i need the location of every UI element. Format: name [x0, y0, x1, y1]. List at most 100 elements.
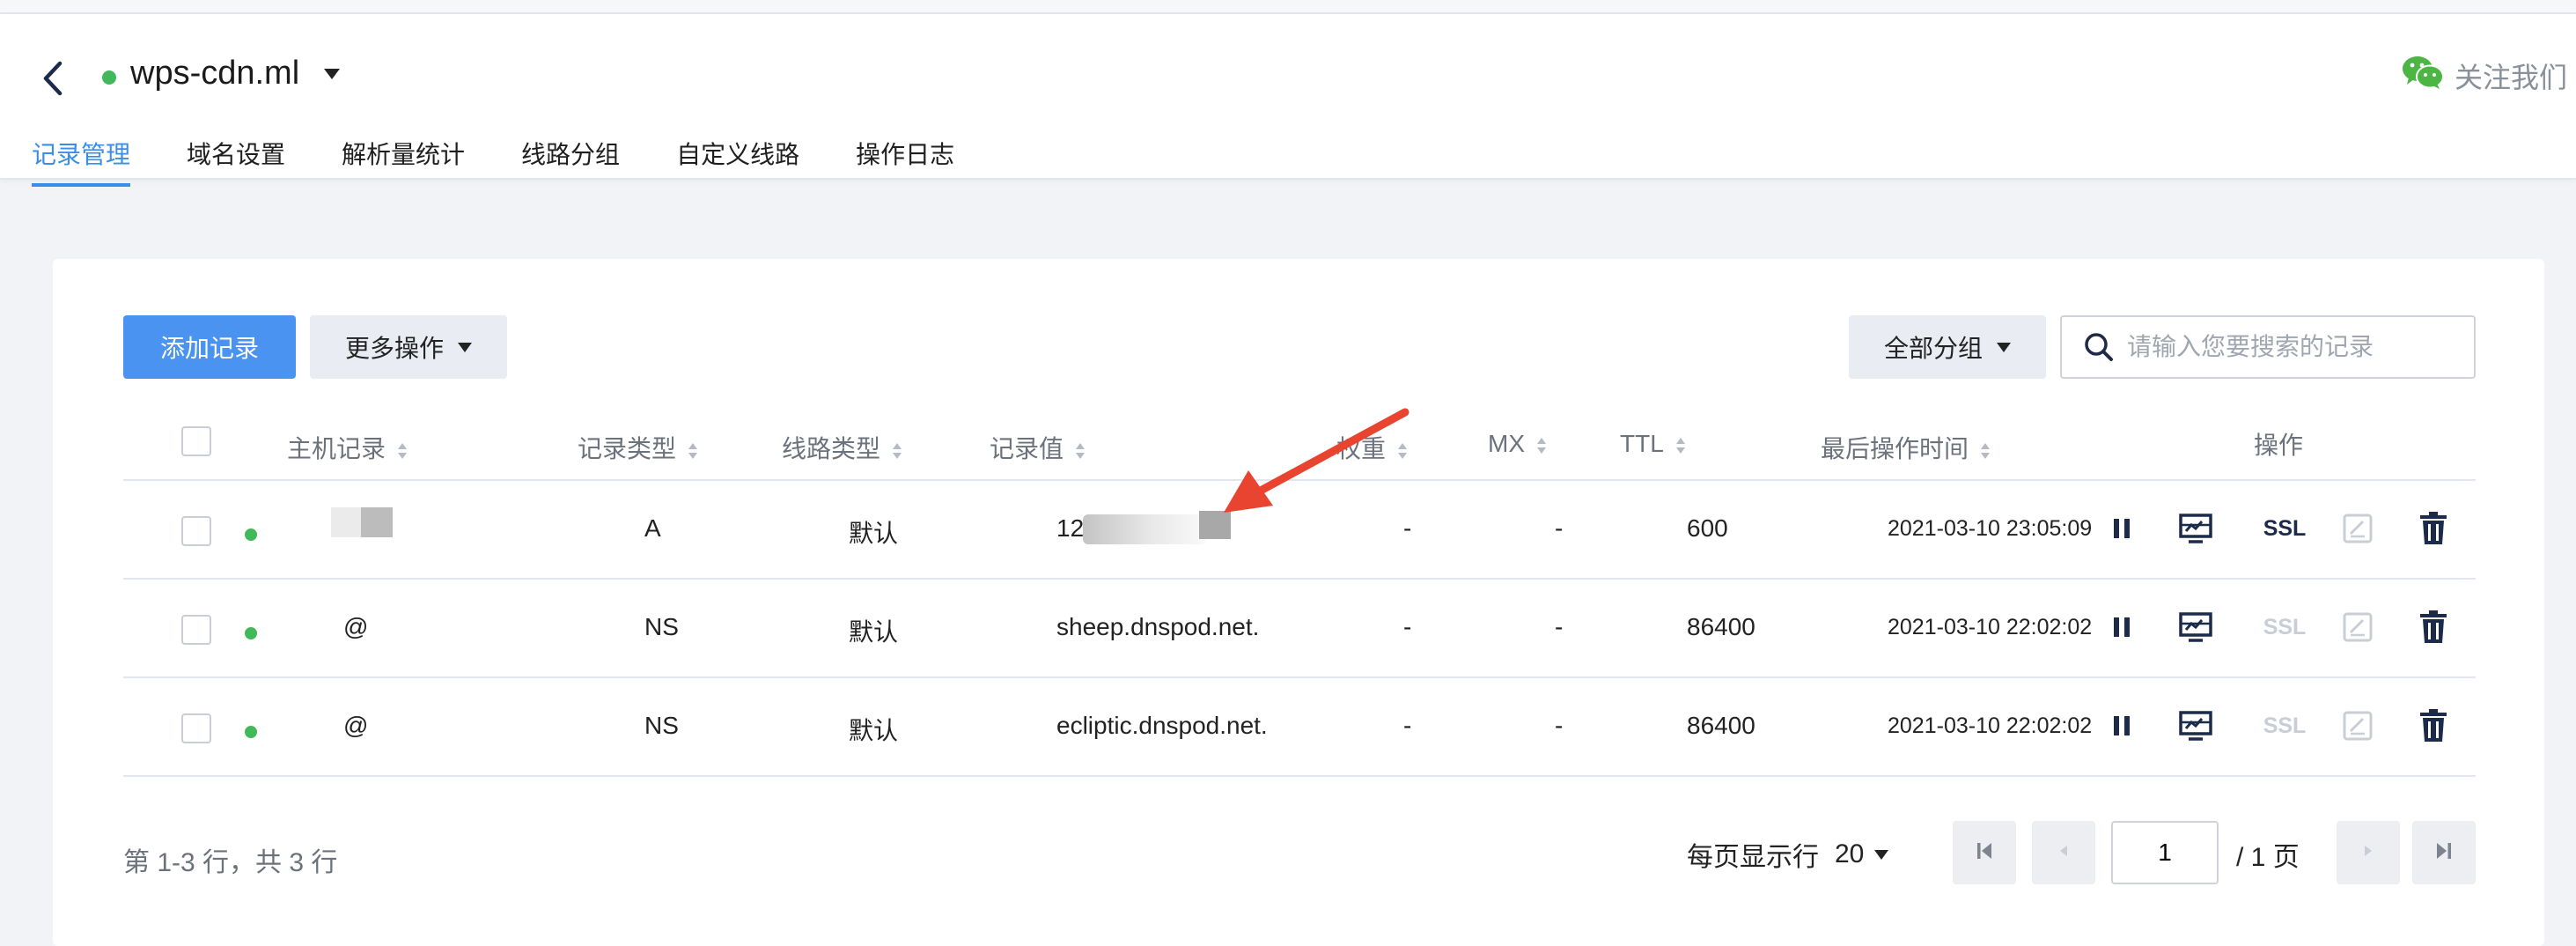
col-value: 记录值	[990, 430, 1086, 465]
last-page-button[interactable]	[2412, 821, 2476, 884]
annotation-arrow-icon	[1224, 408, 1409, 513]
sort-icon[interactable]	[688, 442, 698, 460]
caret-down-icon	[1874, 849, 1889, 860]
edit-icon[interactable]	[2337, 507, 2379, 550]
back-icon[interactable]	[35, 56, 70, 100]
mx-value: -	[1555, 613, 1564, 640]
page-number-input[interactable]	[2111, 821, 2219, 884]
next-page-button[interactable]	[2337, 821, 2400, 884]
line-value: 默认	[849, 618, 899, 646]
mx-value: -	[1555, 712, 1564, 739]
follow-us-link[interactable]: 关注我们	[2402, 55, 2567, 97]
prev-page-icon	[2055, 842, 2072, 864]
col-mx: MX	[1488, 430, 1546, 458]
sort-icon[interactable]	[1537, 437, 1546, 455]
host-value: @	[343, 712, 369, 739]
more-actions-button[interactable]: 更多操作	[310, 315, 507, 379]
table-row: @ NS 默认 sheep.dnspod.net. - - 86400 2021…	[123, 580, 2476, 678]
per-page-value: 20	[1835, 839, 1865, 868]
delete-icon[interactable]	[2412, 606, 2455, 648]
mx-value: -	[1555, 514, 1564, 542]
type-value: A	[644, 514, 661, 542]
sort-icon[interactable]	[1675, 437, 1685, 455]
last-page-icon	[2433, 840, 2455, 866]
tab-records[interactable]: 记录管理	[32, 136, 131, 187]
col-type: 记录类型	[578, 430, 698, 465]
delete-icon[interactable]	[2412, 507, 2455, 550]
caret-down-icon	[1997, 342, 2011, 352]
pause-icon[interactable]	[2101, 507, 2143, 550]
total-pages: / 1 页	[2236, 843, 2300, 872]
per-page-label: 每页显示行	[1687, 843, 1819, 872]
group-filter-label: 全部分组	[1883, 335, 1983, 362]
record-status-dot	[245, 726, 257, 738]
ssl-button[interactable]: SSL	[2254, 606, 2315, 648]
record-value: 12	[1056, 514, 1085, 542]
caret-down-icon	[458, 342, 472, 352]
col-ttl: TTL	[1620, 430, 1685, 458]
col-time: 最后操作时间	[1821, 430, 1991, 465]
ssl-button[interactable]: SSL	[2254, 705, 2315, 747]
wechat-icon	[2402, 55, 2444, 97]
row-checkbox[interactable]	[181, 615, 211, 645]
tab-line-groups[interactable]: 线路分组	[521, 136, 620, 187]
type-value: NS	[644, 712, 679, 739]
line-value: 默认	[849, 717, 899, 744]
first-page-icon	[1974, 840, 1995, 866]
sort-icon[interactable]	[893, 442, 902, 460]
ttl-value: 86400	[1687, 712, 1755, 739]
table-row: @ NS 默认 ecliptic.dnspod.net. - - 86400 2…	[123, 678, 2476, 777]
row-checkbox[interactable]	[181, 516, 211, 546]
group-filter-button[interactable]: 全部分组	[1849, 315, 2046, 379]
time-value: 2021-03-10 23:05:09	[1888, 516, 2093, 541]
weight-value: -	[1403, 712, 1412, 739]
search-icon[interactable]	[2072, 321, 2125, 373]
top-strip	[0, 0, 2576, 14]
select-all-checkbox[interactable]	[181, 426, 211, 456]
tab-custom-lines[interactable]: 自定义线路	[676, 136, 799, 187]
monitor-icon[interactable]	[2175, 606, 2217, 648]
ssl-button[interactable]: SSL	[2254, 507, 2315, 550]
record-status-dot	[245, 528, 257, 541]
type-value: NS	[644, 613, 679, 640]
record-value: ecliptic.dnspod.net.	[1056, 712, 1268, 739]
pause-icon[interactable]	[2101, 705, 2143, 747]
record-value: sheep.dnspod.net.	[1056, 613, 1260, 640]
line-value: 默认	[849, 520, 899, 547]
time-value: 2021-03-10 22:02:02	[1888, 615, 2093, 639]
tab-domain-settings[interactable]: 域名设置	[187, 136, 285, 187]
next-page-icon	[2359, 842, 2377, 864]
ttl-value: 600	[1687, 514, 1728, 542]
redacted-block	[361, 507, 393, 537]
host-value: @	[343, 613, 369, 640]
tab-bar: 记录管理 域名设置 解析量统计 线路分组 自定义线路 操作日志	[32, 136, 1011, 187]
record-status-dot	[245, 627, 257, 639]
monitor-icon[interactable]	[2175, 705, 2217, 747]
first-page-button[interactable]	[1953, 821, 2016, 884]
page-header: wps-cdn.ml 关注我们 记录管理 域名设置 解析量统计 线路分组 自定义…	[0, 14, 2576, 187]
weight-value: -	[1403, 613, 1412, 640]
follow-us-label: 关注我们	[2454, 62, 2567, 93]
monitor-icon[interactable]	[2175, 507, 2217, 550]
sort-icon[interactable]	[1981, 442, 1991, 460]
col-host: 主机记录	[287, 430, 408, 465]
ttl-value: 86400	[1687, 613, 1755, 640]
time-value: 2021-03-10 22:02:02	[1888, 713, 2093, 738]
tab-query-stats[interactable]: 解析量统计	[342, 136, 465, 187]
tab-operation-log[interactable]: 操作日志	[856, 136, 954, 187]
prev-page-button[interactable]	[2032, 821, 2095, 884]
edit-icon[interactable]	[2337, 705, 2379, 747]
row-summary: 第 1-3 行，共 3 行	[123, 848, 338, 877]
sort-icon[interactable]	[1076, 442, 1086, 460]
delete-icon[interactable]	[2412, 705, 2455, 747]
pause-icon[interactable]	[2101, 606, 2143, 648]
per-page-select[interactable]: 每页显示行 20	[1687, 835, 1889, 874]
row-checkbox[interactable]	[181, 713, 211, 743]
records-card: 添加记录 更多操作 全部分组 主机记录 记录类型 线路类型 记录值 权重 MX …	[53, 259, 2544, 946]
search-input[interactable]	[2125, 332, 2463, 362]
sort-icon[interactable]	[398, 442, 408, 460]
add-record-button[interactable]: 添加记录	[123, 315, 296, 379]
edit-icon[interactable]	[2337, 606, 2379, 648]
domain-dropdown-icon[interactable]	[324, 69, 340, 79]
redacted-block	[1083, 514, 1206, 544]
